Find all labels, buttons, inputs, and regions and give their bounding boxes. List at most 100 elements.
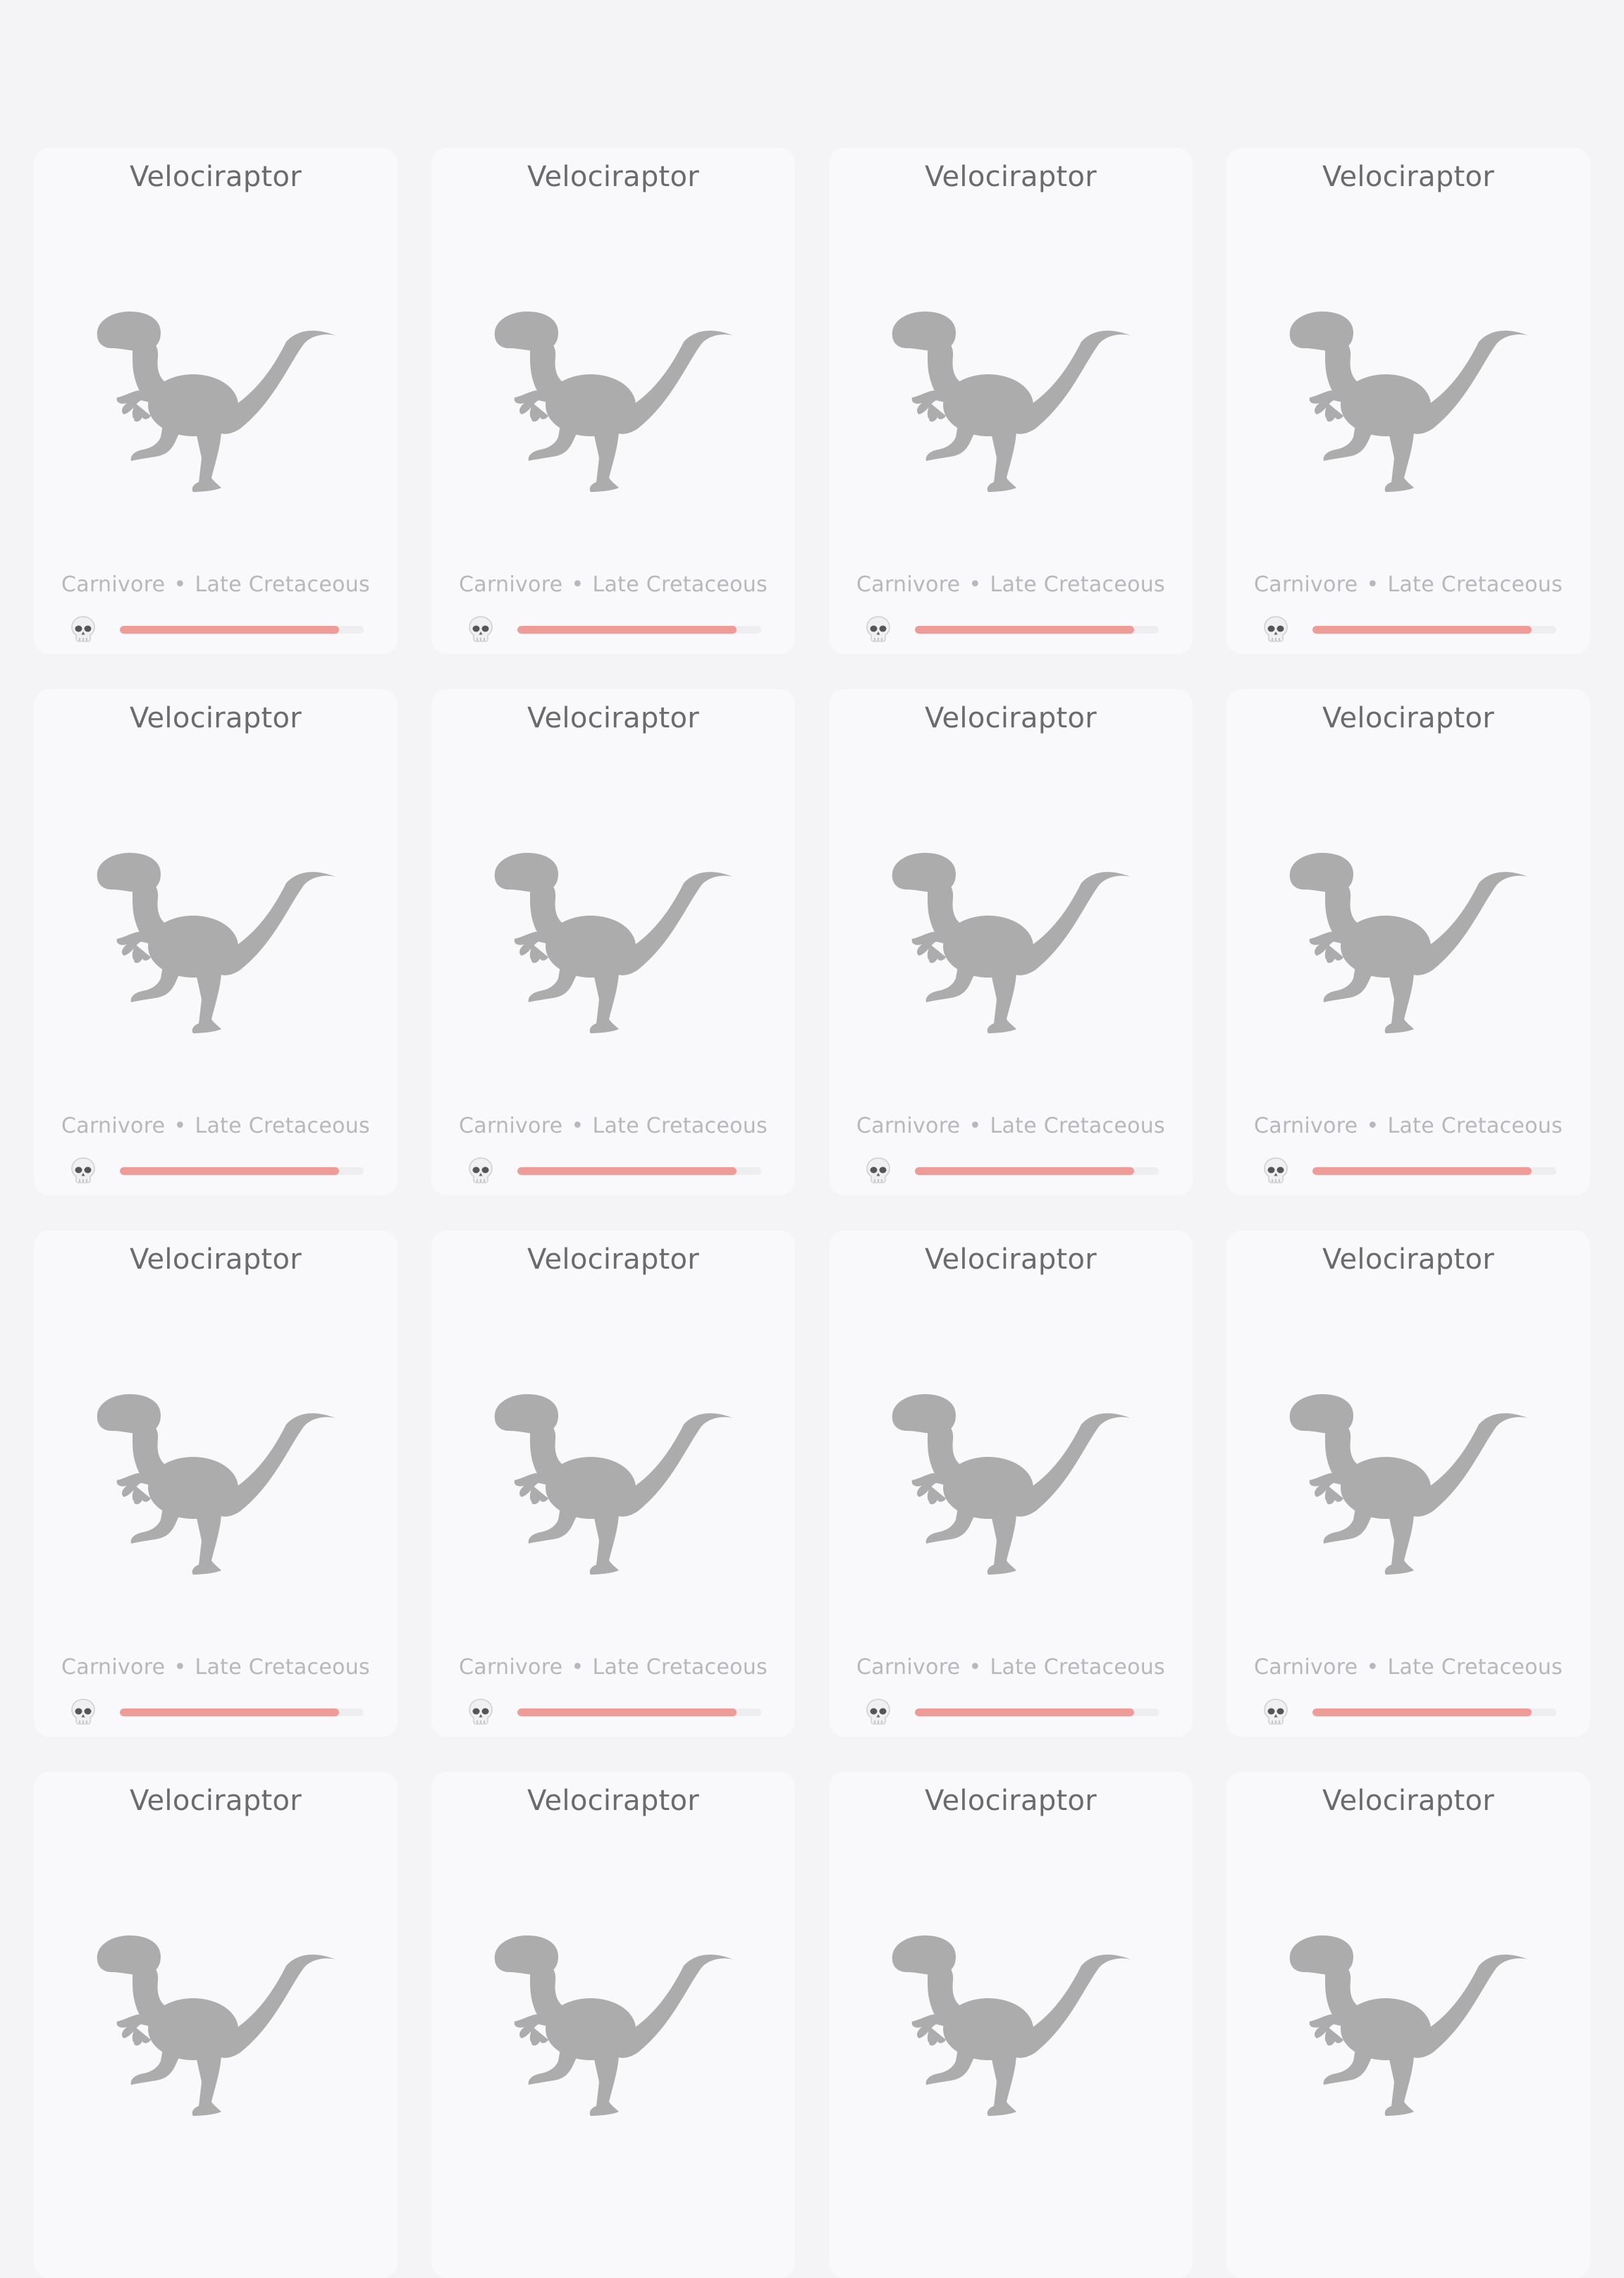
skull-icon — [1264, 1699, 1288, 1725]
diet-label: Carnivore — [61, 572, 166, 597]
skull-icon — [71, 616, 95, 642]
dino-card[interactable]: Velociraptor Carnivore • Late Cretaceous — [829, 1231, 1193, 1737]
skull-icon — [469, 616, 493, 642]
velociraptor-silhouette-icon — [97, 312, 336, 492]
velociraptor-silhouette-icon — [1289, 1394, 1528, 1575]
meta-separator: • — [1366, 1655, 1379, 1680]
diet-label: Carnivore — [459, 1114, 563, 1138]
meta-separator: • — [173, 1655, 187, 1680]
skull-icon — [1264, 616, 1288, 642]
dino-card[interactable]: Velociraptor Carnivore • Late Cretaceous — [1226, 689, 1590, 1195]
dino-card[interactable]: Velociraptor Carnivore • Late Cretaceous — [34, 1231, 398, 1737]
period-label: Late Cretaceous — [592, 572, 768, 597]
dino-name: Velociraptor — [924, 161, 1097, 193]
period-label: Late Cretaceous — [1387, 1655, 1563, 1680]
danger-level-bar — [1312, 626, 1556, 634]
dino-card[interactable]: Velociraptor Carnivore • Late Cretaceous — [1226, 148, 1590, 654]
danger-level-fill — [517, 1708, 737, 1716]
velociraptor-silhouette-icon — [892, 1935, 1131, 2116]
dino-card[interactable]: Velociraptor — [829, 1772, 1193, 2278]
velociraptor-silhouette-icon — [892, 312, 1131, 492]
dino-card[interactable]: Velociraptor Carnivore • Late Cretaceous — [431, 689, 795, 1195]
skull-icon — [469, 1157, 493, 1183]
period-label: Late Cretaceous — [592, 1114, 768, 1138]
skull-icon — [866, 1157, 890, 1183]
skull-icon — [71, 1157, 95, 1183]
diet-label: Carnivore — [1254, 1114, 1358, 1138]
dino-card[interactable]: Velociraptor Carnivore • Late Cretaceous — [431, 1231, 795, 1737]
dino-card[interactable]: Velociraptor Carnivore • Late Cretaceous — [829, 689, 1193, 1195]
velociraptor-silhouette-icon — [1289, 312, 1528, 492]
period-label: Late Cretaceous — [990, 1655, 1165, 1680]
dino-name: Velociraptor — [129, 1785, 302, 1817]
velociraptor-silhouette-icon — [494, 1394, 733, 1575]
dino-card[interactable]: Velociraptor Carnivore • Late Cretaceous — [34, 689, 398, 1195]
velociraptor-silhouette-icon — [97, 853, 336, 1033]
dino-card[interactable]: Velociraptor Carnivore • Late Cretaceous — [829, 148, 1193, 654]
skull-icon — [866, 1699, 890, 1725]
period-label: Late Cretaceous — [1387, 572, 1563, 597]
meta-separator: • — [571, 1655, 584, 1680]
meta-separator: • — [968, 1655, 982, 1680]
dinosaur-card-grid: Velociraptor Carnivore • Late Cretaceous… — [34, 148, 1590, 2278]
meta-separator: • — [173, 1114, 187, 1138]
danger-level-bar — [517, 1167, 761, 1175]
dino-name: Velociraptor — [129, 702, 302, 734]
diet-label: Carnivore — [856, 572, 961, 597]
dino-name: Velociraptor — [527, 702, 700, 734]
dino-name: Velociraptor — [924, 1243, 1097, 1276]
meta-separator: • — [1366, 1114, 1379, 1138]
velociraptor-silhouette-icon — [494, 1935, 733, 2116]
dino-meta: Carnivore • Late Cretaceous — [1226, 1655, 1590, 1680]
velociraptor-silhouette-icon — [97, 1394, 336, 1575]
skull-icon — [1264, 1157, 1288, 1183]
dino-meta: Carnivore • Late Cretaceous — [1226, 572, 1590, 597]
danger-level-fill — [1312, 1167, 1532, 1175]
dino-name: Velociraptor — [1322, 1243, 1495, 1276]
dino-card[interactable]: Velociraptor Carnivore • Late Cretaceous — [34, 148, 398, 654]
meta-separator: • — [571, 572, 584, 597]
period-label: Late Cretaceous — [195, 1655, 370, 1680]
danger-level-bar — [1312, 1708, 1556, 1716]
diet-label: Carnivore — [459, 1655, 563, 1680]
dino-meta: Carnivore • Late Cretaceous — [829, 1655, 1193, 1680]
dino-card[interactable]: Velociraptor Carnivore • Late Cretaceous — [431, 148, 795, 654]
diet-label: Carnivore — [459, 572, 563, 597]
danger-level-bar — [517, 626, 761, 634]
dino-name: Velociraptor — [527, 161, 700, 193]
period-label: Late Cretaceous — [990, 572, 1165, 597]
danger-level-fill — [120, 1708, 340, 1716]
danger-level-bar — [915, 1167, 1159, 1175]
dino-card[interactable]: Velociraptor — [1226, 1772, 1590, 2278]
dino-meta: Carnivore • Late Cretaceous — [829, 1114, 1193, 1138]
danger-level-bar — [915, 1708, 1159, 1716]
danger-level-fill — [517, 1167, 737, 1175]
dino-card[interactable]: Velociraptor — [34, 1772, 398, 2278]
dino-card[interactable]: Velociraptor Carnivore • Late Cretaceous — [1226, 1231, 1590, 1737]
velociraptor-silhouette-icon — [892, 853, 1131, 1033]
meta-separator: • — [1366, 572, 1379, 597]
dino-card[interactable]: Velociraptor — [431, 1772, 795, 2278]
velociraptor-silhouette-icon — [494, 853, 733, 1033]
danger-level-bar — [120, 1167, 364, 1175]
danger-level-fill — [120, 626, 340, 634]
meta-separator: • — [968, 1114, 982, 1138]
danger-level-bar — [120, 626, 364, 634]
dino-name: Velociraptor — [1322, 702, 1495, 734]
period-label: Late Cretaceous — [1387, 1114, 1563, 1138]
dino-meta: Carnivore • Late Cretaceous — [431, 1114, 795, 1138]
danger-level-bar — [915, 626, 1159, 634]
velociraptor-silhouette-icon — [494, 312, 733, 492]
velociraptor-silhouette-icon — [892, 1394, 1131, 1575]
dino-name: Velociraptor — [527, 1785, 700, 1817]
skull-icon — [866, 616, 890, 642]
diet-label: Carnivore — [1254, 572, 1358, 597]
danger-level-bar — [1312, 1167, 1556, 1175]
danger-level-fill — [517, 626, 737, 634]
period-label: Late Cretaceous — [195, 572, 370, 597]
danger-level-fill — [915, 1708, 1135, 1716]
dino-name: Velociraptor — [1322, 161, 1495, 193]
velociraptor-silhouette-icon — [1289, 1935, 1528, 2116]
period-label: Late Cretaceous — [592, 1655, 768, 1680]
dino-meta: Carnivore • Late Cretaceous — [829, 572, 1193, 597]
